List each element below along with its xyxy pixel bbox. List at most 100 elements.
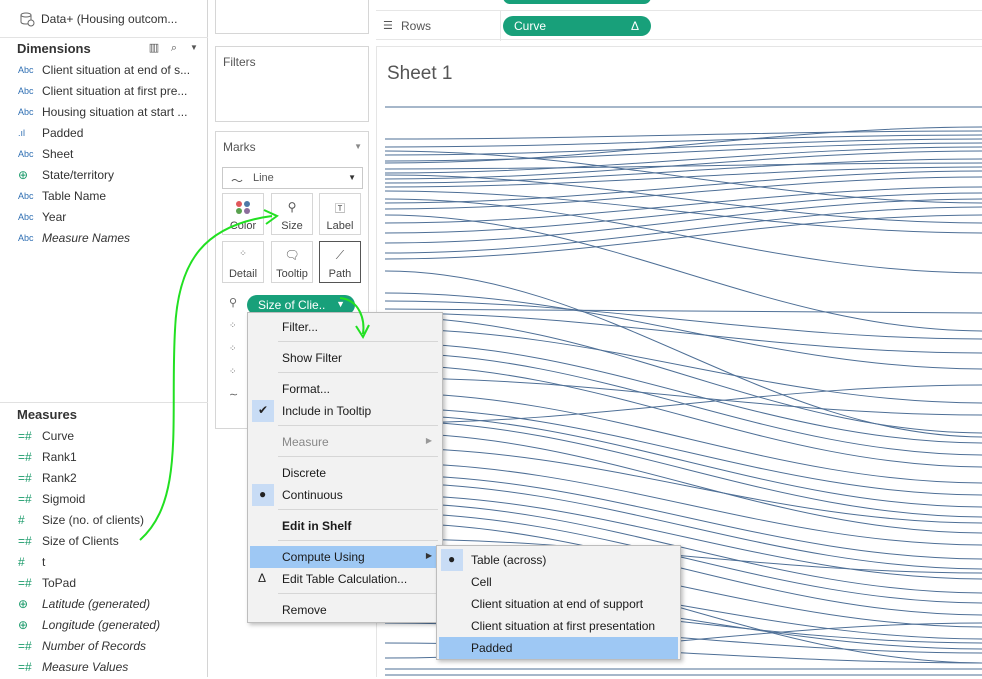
field-type-icon: ⊕: [18, 617, 29, 632]
field-measure-values[interactable]: =# Measure Values: [18, 659, 204, 679]
menu-item-edit-table-calc[interactable]: Δ Edit Table Calculation...: [250, 568, 440, 590]
tooltip-button[interactable]: 🗨 Tooltip: [271, 241, 313, 283]
menu-item-show-filter[interactable]: Show Filter: [250, 347, 440, 369]
chevron-down-icon[interactable]: ▼: [336, 299, 345, 309]
curve-line[interactable]: [385, 142, 982, 162]
menu-item-discrete[interactable]: Discrete: [250, 462, 440, 484]
path-button[interactable]: ⟋ Path: [319, 241, 361, 283]
filters-card[interactable]: Filters: [215, 46, 369, 122]
menu-item-continuous[interactable]: ● Continuous: [250, 484, 440, 506]
curve-line[interactable]: [385, 308, 982, 314]
field-type-icon: Abc: [18, 232, 34, 243]
field-curve[interactable]: =# Curve: [18, 428, 204, 448]
table-calc-delta-icon: Δ: [630, 19, 639, 33]
field-latitude-generated[interactable]: ⊕ Latitude (generated): [18, 596, 204, 616]
chevron-down-icon[interactable]: ▼: [187, 41, 201, 55]
field-state-territory[interactable]: ⊕ State/territory: [18, 167, 204, 187]
field-housing-situation-at-start[interactable]: Abc Housing situation at start ...: [18, 104, 204, 124]
dimensions-header: Dimensions: [17, 41, 91, 56]
field-rank2[interactable]: =# Rank2: [18, 470, 204, 490]
size-label: Size: [281, 220, 303, 232]
curve-line[interactable]: [385, 420, 982, 518]
curve-line[interactable]: [385, 342, 982, 444]
curve-line[interactable]: [385, 270, 982, 438]
submenu-item-first-presentation[interactable]: Client situation at first presentation: [439, 615, 678, 637]
columns-pill[interactable]: [503, 0, 651, 4]
field-measure-names[interactable]: Abc Measure Names: [18, 230, 204, 250]
menu-item-filter[interactable]: Filter...: [250, 316, 440, 338]
menu-item-label: Format...: [282, 382, 331, 396]
rows-shelf[interactable]: ☰ Rows Curve Δ: [376, 10, 982, 41]
field-client-situation-at-first-pre[interactable]: Abc Client situation at first pre...: [18, 83, 204, 103]
color-icon: [236, 201, 250, 214]
compute-using-submenu: ● Table (across) Cell Client situation a…: [436, 545, 681, 660]
color-label: Color: [229, 220, 257, 232]
curve-line[interactable]: [385, 150, 982, 180]
submenu-item-table-across[interactable]: ● Table (across): [439, 549, 678, 571]
curve-line[interactable]: [385, 292, 982, 370]
field-number-of-records[interactable]: =# Number of Records: [18, 638, 204, 658]
field-padded[interactable]: .ıl Padded: [18, 125, 204, 145]
curve-pill[interactable]: Curve Δ: [503, 16, 651, 36]
field-t[interactable]: # t: [18, 554, 204, 574]
submenu-item-padded[interactable]: Padded: [439, 637, 678, 659]
marks-collapse-icon[interactable]: ▼: [354, 142, 362, 151]
label-button[interactable]: 🅃 Label: [319, 193, 361, 235]
field-name: Rank2: [42, 470, 77, 485]
mark-type-dropdown[interactable]: 〜 Line ▼: [222, 167, 363, 189]
pill-label: Size of Clie..: [258, 298, 326, 312]
size-icon: ⚲: [229, 297, 238, 309]
field-table-name[interactable]: Abc Table Name: [18, 188, 204, 208]
field-name: Client situation at end of s...: [42, 62, 191, 77]
curve-line[interactable]: [385, 130, 982, 140]
field-type-icon: =#: [18, 575, 32, 590]
curve-line[interactable]: [385, 158, 982, 184]
curve-line[interactable]: [385, 328, 982, 404]
menu-separator: [278, 593, 438, 594]
curve-line[interactable]: [385, 174, 982, 224]
search-icon[interactable]: ⌕: [167, 41, 181, 55]
mark-type-label: Line: [253, 172, 274, 184]
table-calc-delta-icon: Δ: [258, 571, 267, 585]
datasource-row[interactable]: Data+ (Housing outcom...: [0, 0, 208, 38]
field-year[interactable]: Abc Year: [18, 209, 204, 229]
curve-line[interactable]: [385, 462, 982, 546]
menu-item-remove[interactable]: Remove: [250, 599, 440, 621]
menu-item-label: Client situation at end of support: [471, 597, 644, 611]
curve-line[interactable]: [385, 377, 982, 416]
size-button[interactable]: ⚲ Size: [271, 193, 313, 235]
view-list-icon[interactable]: ▥: [147, 41, 161, 55]
field-name: Number of Records: [42, 638, 147, 653]
detail-button[interactable]: ⁘ Detail: [222, 241, 264, 283]
field-sheet[interactable]: Abc Sheet: [18, 146, 204, 166]
field-sigmoid[interactable]: =# Sigmoid: [18, 491, 204, 511]
menu-item-compute-using[interactable]: Compute Using ▶: [250, 546, 440, 568]
submenu-item-cell[interactable]: Cell: [439, 571, 678, 593]
color-button[interactable]: Color: [222, 193, 264, 235]
menu-item-edit-in-shelf[interactable]: Edit in Shelf: [250, 515, 440, 537]
curve-line[interactable]: [385, 126, 982, 164]
curve-line[interactable]: [385, 206, 982, 254]
menu-item-measure: Measure ▶: [250, 431, 440, 453]
menu-item-include-tooltip[interactable]: ✔ Include in Tooltip: [250, 400, 440, 422]
field-longitude-generated[interactable]: ⊕ Longitude (generated): [18, 617, 204, 637]
menu-item-format[interactable]: Format...: [250, 378, 440, 400]
field-client-situation-at-end-of-s[interactable]: Abc Client situation at end of s...: [18, 62, 204, 82]
rows-icon: ☰: [383, 20, 393, 32]
sheet-title: Sheet 1: [387, 63, 453, 84]
field-rank1[interactable]: =# Rank1: [18, 449, 204, 469]
field-name: Housing situation at start ...: [42, 104, 188, 119]
curve-line[interactable]: [385, 214, 982, 332]
tooltip-icon: 🗨: [284, 248, 300, 262]
field-name: Year: [42, 209, 67, 224]
submenu-item-end-of-support[interactable]: Client situation at end of support: [439, 593, 678, 615]
curve-line[interactable]: [385, 170, 982, 204]
curve-line[interactable]: [385, 384, 982, 424]
menu-item-label: Padded: [471, 641, 513, 655]
field-size-no-of-clients[interactable]: # Size (no. of clients): [18, 512, 204, 532]
field-size-of-clients[interactable]: =# Size of Clients: [18, 533, 204, 553]
field-name: Size (no. of clients): [42, 512, 145, 527]
curve-line[interactable]: [385, 190, 982, 234]
field-topad[interactable]: =# ToPad: [18, 575, 204, 595]
menu-separator: [278, 341, 438, 342]
